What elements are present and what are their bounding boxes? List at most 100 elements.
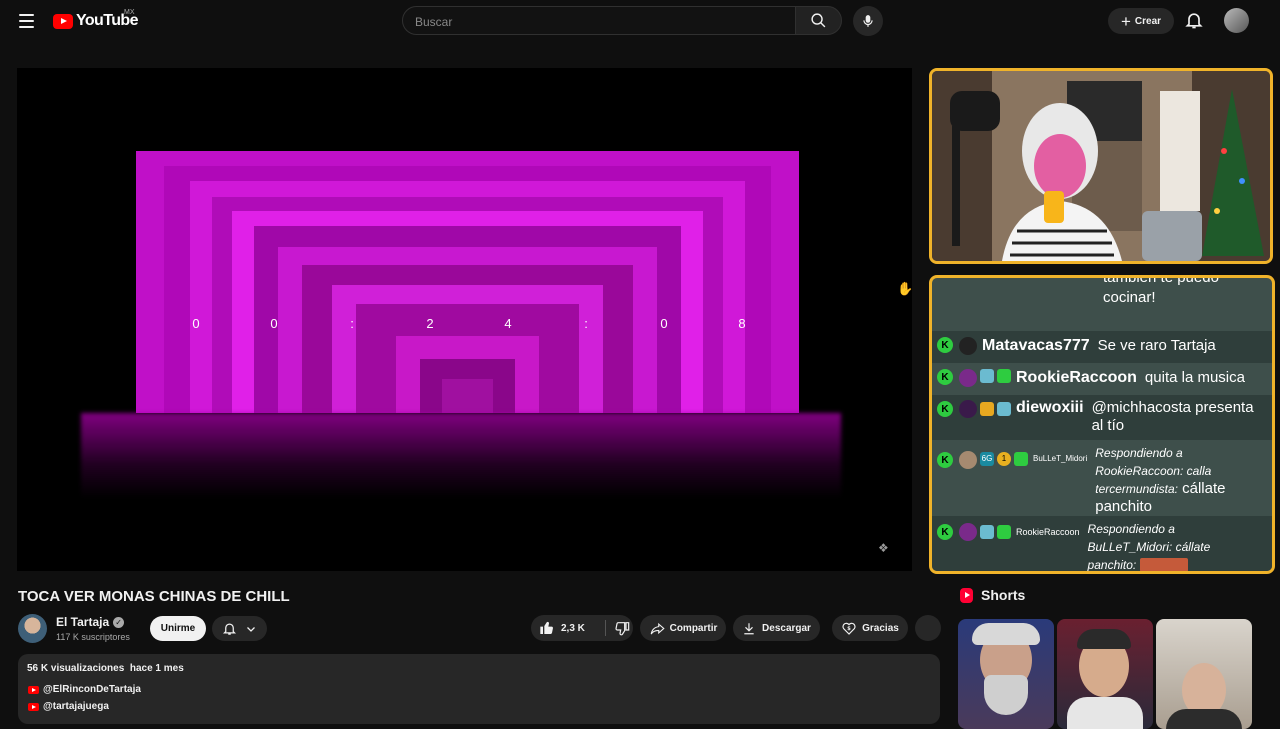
country-code: MX xyxy=(124,9,135,16)
plus-icon: + xyxy=(1120,11,1131,31)
visualizer-reflection xyxy=(81,413,841,498)
bell-icon xyxy=(222,623,237,635)
video-player[interactable]: 0 0 : 2 4 : 0 8 ✋ ❖ xyxy=(17,68,912,571)
chat-reply: Respondiendo a RookieRaccoon: calla terc… xyxy=(1095,444,1265,516)
webcam-frame xyxy=(932,71,1270,261)
search-button[interactable] xyxy=(795,6,842,35)
crown-badge-icon xyxy=(980,402,994,416)
timer-char: : xyxy=(350,316,354,331)
share-button[interactable]: Compartir xyxy=(640,615,726,641)
youtube-play-icon xyxy=(53,13,73,29)
create-button[interactable]: + Crear xyxy=(1108,8,1174,34)
thumbs-up-icon xyxy=(540,621,553,635)
pointer-icon: ✋ xyxy=(897,281,912,296)
timer-char: 8 xyxy=(738,316,746,331)
channel-name[interactable]: El Tartaja ✓ xyxy=(56,615,125,629)
menu-icon[interactable] xyxy=(19,14,34,28)
gift-badge-icon xyxy=(997,525,1011,539)
youtube-icon xyxy=(28,702,39,711)
more-actions-button[interactable] xyxy=(915,615,941,641)
channel-watermark-icon[interactable]: ❖ xyxy=(878,541,889,555)
heart-dollar-icon: $ xyxy=(842,622,856,635)
chat-reply: Respondiendo a BuLLeT_Midori: cállate pa… xyxy=(1088,520,1253,571)
music-visualizer xyxy=(136,151,799,413)
kick-badge-icon: K xyxy=(937,369,953,385)
visualizer-timer: 0 0 : 2 4 : 0 8 xyxy=(136,316,799,336)
subscriber-badge-icon xyxy=(997,402,1011,416)
subscriber-count: 117 K suscriptores xyxy=(56,632,130,642)
chat-message: K Matavacas777 Se ve raro Tartaja xyxy=(932,331,1272,363)
kick-badge-icon: K xyxy=(937,452,953,468)
notifications-bell-icon[interactable] xyxy=(1184,10,1204,30)
channel-link-text: @ElRinconDeTartaja xyxy=(43,684,141,695)
thanks-label: Gracias xyxy=(862,622,899,634)
download-icon xyxy=(744,622,754,634)
svg-text:$: $ xyxy=(847,626,851,632)
channel-avatar[interactable] xyxy=(18,614,47,643)
user-avatar xyxy=(959,523,977,541)
user-avatar xyxy=(959,451,977,469)
search-box xyxy=(402,6,796,36)
channel-link-text: @tartajajuega xyxy=(43,701,109,712)
channel-link[interactable]: @ElRinconDeTartaja xyxy=(28,684,141,695)
youtube-icon xyxy=(28,685,39,694)
timer-char: 0 xyxy=(270,316,278,331)
user-avatar xyxy=(959,369,977,387)
short-thumbnail[interactable] xyxy=(1156,619,1252,729)
download-button[interactable]: Descargar xyxy=(733,615,820,641)
kick-badge-icon: K xyxy=(937,401,953,417)
gift-badge-icon xyxy=(1014,452,1028,466)
emote-icon xyxy=(1140,558,1189,571)
like-dislike-group: 2,3 K xyxy=(531,615,633,641)
chat-message: K 6G 1 BuLLeT_Midori Respondiendo a Rook… xyxy=(932,440,1272,516)
subscription-bell-button[interactable] xyxy=(212,616,267,641)
account-avatar[interactable] xyxy=(1224,8,1249,33)
thumbs-down-icon xyxy=(615,622,630,636)
thumbnail-beard xyxy=(984,675,1028,715)
mic-icon xyxy=(863,15,873,27)
chat-username: RookieRaccoon xyxy=(1016,527,1080,537)
chat-username: diewoxiii xyxy=(1016,399,1084,416)
join-button[interactable]: Unirme xyxy=(150,616,206,641)
short-thumbnail[interactable] xyxy=(1057,619,1153,729)
timer-char: 0 xyxy=(660,316,668,331)
create-label: Crear xyxy=(1134,15,1162,27)
channel-link[interactable]: @tartajajuega xyxy=(28,701,109,712)
view-count: 56 K visualizaciones xyxy=(27,663,125,674)
chat-username: Matavacas777 xyxy=(982,337,1090,354)
search-input[interactable] xyxy=(403,7,777,36)
download-label: Descargar xyxy=(762,622,811,634)
description-meta: 56 K visualizaciones hace 1 mes xyxy=(27,663,184,674)
kick-badge-icon: K xyxy=(937,524,953,540)
chat-message: K RookieRaccoon quita la musica xyxy=(932,363,1272,395)
channel-name-text: El Tartaja xyxy=(56,615,110,629)
short-thumbnail[interactable] xyxy=(958,619,1054,729)
chat-message: K diewoxiii @michhacosta presenta al tío xyxy=(932,395,1272,440)
chat-username: BuLLeT_Midori xyxy=(1033,454,1088,463)
divider xyxy=(605,620,606,636)
user-avatar xyxy=(959,337,977,355)
timer-char: 4 xyxy=(504,316,512,331)
share-icon xyxy=(650,622,665,634)
chat-username: RookieRaccoon xyxy=(1016,369,1137,386)
dislike-button[interactable] xyxy=(614,620,630,636)
chat-message: K RookieRaccoon Respondiendo a BuLLeT_Mi… xyxy=(932,516,1272,571)
stream-chat-overlay: también te puedo cocinar! K Matavacas777… xyxy=(929,275,1275,574)
timer-char: : xyxy=(584,316,588,331)
gift-badge-icon xyxy=(997,369,1011,383)
upload-age: hace 1 mes xyxy=(129,663,184,674)
subscriber-badge-icon xyxy=(980,525,994,539)
kick-badge-icon: K xyxy=(937,337,953,353)
voice-search-button[interactable] xyxy=(853,6,883,36)
like-button[interactable]: 2,3 K xyxy=(531,620,597,636)
thumbnail-shirt xyxy=(1067,697,1143,729)
thumbnail-hair xyxy=(972,623,1040,645)
timer-char: 2 xyxy=(426,316,434,331)
chat-text: Se ve raro Tartaja xyxy=(1097,337,1216,354)
thumbnail-shirt xyxy=(1166,709,1242,729)
thanks-button[interactable]: $ Gracias xyxy=(832,615,908,641)
chat-text: quita la musica xyxy=(1144,369,1245,386)
coin-badge-icon: 1 xyxy=(997,452,1011,466)
share-label: Compartir xyxy=(669,622,718,634)
shorts-heading: Shorts xyxy=(960,587,1025,603)
